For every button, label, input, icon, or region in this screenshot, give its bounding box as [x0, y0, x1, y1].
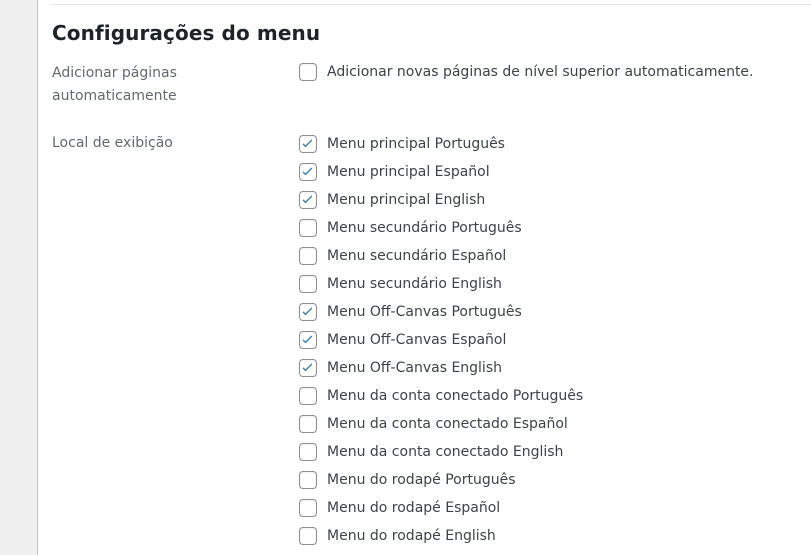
menu-settings-screen: Configurações do menu Adicionar páginas …: [0, 0, 811, 555]
checkbox-checked[interactable]: [299, 191, 317, 209]
row-field: Menu principal Português Menu principal E…: [296, 130, 811, 550]
checkbox-row[interactable]: Menu secundário English: [299, 270, 811, 298]
checkbox-label: Menu secundário Português: [327, 220, 522, 236]
page-title: Configurações do menu: [52, 21, 321, 45]
checkbox-unchecked[interactable]: [299, 415, 317, 433]
checkbox-label: Menu da conta conectado Español: [327, 416, 568, 432]
checkbox-label: Menu principal Português: [327, 136, 505, 152]
check-icon: [302, 167, 313, 176]
checkbox-row[interactable]: Menu do rodapé Español: [299, 494, 811, 522]
checkbox-row[interactable]: Menu da conta conectado English: [299, 438, 811, 466]
checkbox-label: Menu Off-Canvas Português: [327, 304, 522, 320]
checkbox-label: Menu do rodapé Português: [327, 472, 516, 488]
checkbox-row[interactable]: Menu principal Español: [299, 158, 811, 186]
check-icon: [302, 195, 313, 204]
checkbox-row[interactable]: Menu Off-Canvas Português: [299, 298, 811, 326]
checkbox-unchecked[interactable]: [299, 63, 317, 81]
checkbox-unchecked[interactable]: [299, 471, 317, 489]
checkbox-row[interactable]: Menu secundário Español: [299, 242, 811, 270]
checkbox-unchecked[interactable]: [299, 219, 317, 237]
settings-content-panel: Configurações do menu Adicionar páginas …: [38, 0, 811, 555]
check-icon: [302, 139, 313, 148]
checkbox-label: Menu secundário English: [327, 276, 502, 292]
checkbox-unchecked[interactable]: [299, 275, 317, 293]
checkbox-label: Adicionar novas páginas de nível superio…: [327, 64, 754, 80]
checkbox-label: Menu principal Español: [327, 164, 490, 180]
checkbox-row[interactable]: Menu Off-Canvas Español: [299, 326, 811, 354]
checkbox-checked[interactable]: [299, 163, 317, 181]
checkbox-row[interactable]: Menu principal Português: [299, 130, 811, 158]
menu-settings-form: Adicionar páginas automaticamente Adicion…: [38, 60, 811, 550]
admin-sidebar-rail: [0, 0, 38, 555]
checkbox-checked[interactable]: [299, 135, 317, 153]
checkbox-row[interactable]: Menu Off-Canvas English: [299, 354, 811, 382]
checkbox-unchecked[interactable]: [299, 247, 317, 265]
checkbox-row[interactable]: Menu do rodapé English: [299, 522, 811, 550]
checkbox-label: Menu principal English: [327, 192, 486, 208]
form-row: Local de exibição Menu principal Portuguê…: [38, 130, 811, 550]
row-field: Adicionar novas páginas de nível superio…: [296, 60, 811, 84]
row-label: Local de exibição: [52, 135, 173, 151]
row-label: Adicionar páginas automaticamente: [52, 65, 177, 104]
checkbox-row[interactable]: Menu principal English: [299, 186, 811, 214]
checkbox-label: Menu secundário Español: [327, 248, 507, 264]
checkbox-row[interactable]: Adicionar novas páginas de nível superio…: [299, 60, 811, 84]
checkbox-label: Menu da conta conectado Português: [327, 388, 584, 404]
checkbox-unchecked[interactable]: [299, 443, 317, 461]
checkbox-unchecked[interactable]: [299, 499, 317, 517]
checkbox-checked[interactable]: [299, 359, 317, 377]
row-spacer: [38, 108, 811, 130]
check-icon: [302, 335, 313, 344]
checkbox-unchecked[interactable]: [299, 387, 317, 405]
checkbox-label: Menu da conta conectado English: [327, 444, 564, 460]
checkbox-unchecked[interactable]: [299, 527, 317, 545]
checkbox-checked[interactable]: [299, 303, 317, 321]
checkbox-label: Menu do rodapé Español: [327, 500, 501, 516]
form-row: Adicionar páginas automaticamente Adicion…: [38, 60, 811, 108]
checkbox-row[interactable]: Menu do rodapé Português: [299, 466, 811, 494]
checkbox-label: Menu Off-Canvas Español: [327, 332, 507, 348]
checkbox-label: Menu Off-Canvas English: [327, 360, 502, 376]
check-icon: [302, 363, 313, 372]
checkbox-checked[interactable]: [299, 331, 317, 349]
top-divider: [52, 4, 811, 5]
checkbox-label: Menu do rodapé English: [327, 528, 496, 544]
checkbox-row[interactable]: Menu da conta conectado Português: [299, 382, 811, 410]
check-icon: [302, 307, 313, 316]
checkbox-row[interactable]: Menu da conta conectado Español: [299, 410, 811, 438]
checkbox-row[interactable]: Menu secundário Português: [299, 214, 811, 242]
